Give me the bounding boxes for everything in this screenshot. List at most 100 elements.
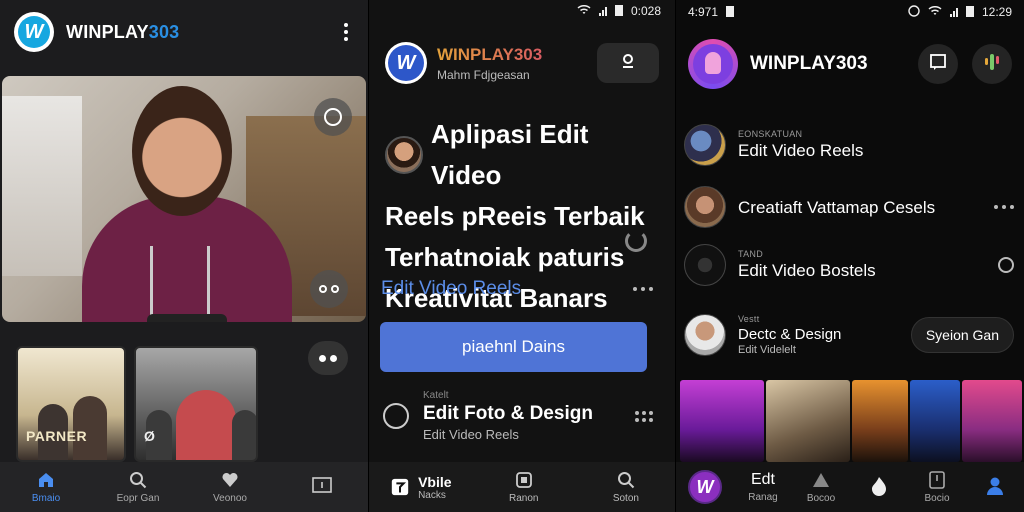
more-options-icon[interactable] [310, 270, 348, 308]
triangle-icon [811, 470, 831, 490]
session-pill-button[interactable]: Syeion Gan [910, 317, 1014, 353]
heart-icon [220, 470, 240, 490]
headline-line: Aplipasi Edit Video [431, 119, 589, 190]
item-title: Edit Video Bostels [738, 261, 876, 280]
nav-label: Bocoo [806, 493, 836, 504]
app-logo[interactable] [688, 39, 738, 89]
chat-icon [929, 53, 947, 76]
app-logo-icon: W [688, 470, 722, 504]
video-thumbnail[interactable] [766, 380, 850, 462]
video-thumbnail[interactable] [852, 380, 908, 462]
refresh-icon[interactable] [625, 230, 647, 252]
user-button[interactable] [597, 43, 659, 83]
list-item[interactable]: EONSKATUAN Edit Video Reels [684, 124, 1014, 166]
video-thumbnail[interactable]: PARNER [16, 346, 126, 462]
more-menu-icon[interactable] [338, 17, 354, 47]
item-subtitle: Edit Video Reels [423, 427, 519, 442]
nav-search[interactable]: Soton [596, 470, 656, 504]
nav-library[interactable]: Bocio [917, 470, 957, 504]
nav-random[interactable]: Ranon [494, 470, 554, 504]
nav-mobile[interactable]: Vbile Nacks [390, 474, 452, 501]
more-horizontal-icon[interactable] [633, 287, 653, 291]
brand-name: WINPLAY303 [750, 53, 868, 74]
cactus-button[interactable] [972, 44, 1012, 84]
item-subtitle: Edit Videlelt [738, 344, 796, 356]
nav-profile[interactable] [975, 476, 1015, 499]
nav-home[interactable]: Bmaio [16, 470, 76, 504]
video-thumbnail[interactable]: Ø [134, 346, 258, 462]
edit-video-link[interactable]: Edit Video Reels [381, 278, 521, 300]
nav-favorites[interactable]: Veonoo [200, 470, 260, 504]
nav-tab[interactable] [292, 476, 352, 499]
hero-window [2, 96, 82, 276]
square-icon [927, 470, 947, 490]
wifi-icon [577, 4, 591, 18]
nav-search[interactable]: Eopr Gan [108, 470, 168, 504]
brand-prefix: WINPLAY [66, 21, 149, 42]
hero-video-card[interactable] [2, 76, 366, 322]
nav-label: Ranon [508, 493, 539, 504]
nav-label: Edt [750, 471, 775, 488]
status-left: 4:971 [688, 5, 719, 19]
wifi-icon [928, 5, 942, 19]
screen-left: W WINPLAY303 PARNER Ø Bmaio Eopr Gan Veo… [0, 0, 368, 512]
camera-body [147, 314, 227, 322]
video-thumbnail[interactable] [910, 380, 960, 462]
item-title: Creatiaft Vattamap Cesels [738, 198, 936, 217]
nav-edit[interactable]: Edt Ranag [743, 471, 783, 503]
app-header: WINPLAY303 [676, 24, 1024, 96]
app-logo[interactable]: W [14, 12, 54, 52]
item-title: Edit Foto & Design [423, 403, 593, 424]
headline-line: Reels pReeis Terbaik [385, 201, 645, 231]
signal-icon [949, 7, 958, 17]
search-icon [616, 470, 636, 490]
brand-name: WINPLAY303 [437, 44, 543, 64]
item-title: Dectc & Design [738, 326, 842, 343]
more-horizontal-icon[interactable] [994, 205, 1014, 209]
app-header: W WINPLAY303 [0, 0, 368, 64]
item-caption: EONSKATUAN [738, 129, 803, 139]
cta-button[interactable]: piaehnl Dains [380, 322, 647, 372]
chat-button[interactable] [918, 44, 958, 84]
camera-strap [150, 246, 210, 322]
video-strip [680, 380, 1022, 462]
item-caption: TAND [738, 249, 764, 259]
list-item[interactable]: Katelt Edit Foto & Design Edit Video Ree… [383, 390, 653, 442]
item-title: Edit Video Reels [738, 141, 864, 160]
thumbnail-caption: PARNER [26, 428, 88, 444]
more-options-icon[interactable] [308, 341, 348, 375]
thumb-person [232, 410, 256, 460]
app-logo[interactable]: W [385, 42, 427, 84]
battery-icon [726, 5, 735, 20]
item-avatar [684, 124, 726, 166]
list-item[interactable]: Creatiaft Vattamap Cesels [684, 186, 1014, 228]
hero-person-head [132, 86, 232, 216]
nav-sublabel: Nacks [418, 489, 446, 501]
item-avatar [684, 186, 726, 228]
home-icon [36, 470, 56, 490]
download-icon[interactable] [998, 257, 1014, 273]
screen-middle: 0:028 W WINPLAY303 Mahm Fdjgeasan Aplipa… [368, 0, 676, 512]
logo-letter: W [18, 16, 50, 48]
nav-label: Bmaio [31, 493, 61, 504]
nav-label: Soton [612, 493, 639, 504]
video-thumbnail[interactable] [962, 380, 1022, 462]
user-icon [619, 52, 637, 75]
bottom-nav: Vbile Nacks Ranon Soton [369, 462, 675, 512]
nav-home[interactable]: W [685, 470, 725, 504]
item-avatar [684, 314, 726, 356]
bottom-nav: Bmaio Eopr Gan Veonoo [0, 462, 368, 512]
author-avatar[interactable] [385, 136, 423, 174]
video-thumbnail[interactable] [680, 380, 764, 462]
list-item[interactable]: Vestt Dectc & Design Edit Videlelt Syeio… [684, 314, 1014, 356]
headline-line: Terhatnoiak paturis [385, 242, 625, 272]
record-icon[interactable] [314, 98, 352, 136]
grid-icon[interactable] [635, 410, 653, 422]
item-caption: Katelt [423, 390, 449, 401]
nav-browse[interactable]: Bocoo [801, 470, 841, 504]
list-item[interactable]: TAND Edit Video Bostels [684, 244, 1014, 286]
square-icon [312, 476, 332, 496]
thumbnail-caption: Ø [144, 428, 156, 444]
nav-flame[interactable] [859, 476, 899, 499]
phone-icon [390, 477, 410, 497]
